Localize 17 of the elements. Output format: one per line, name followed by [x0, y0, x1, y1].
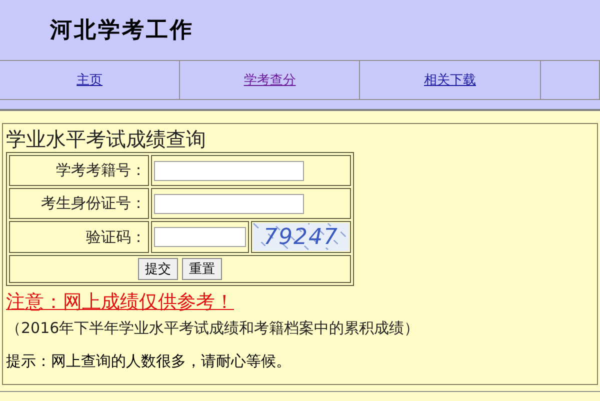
- nav-link[interactable]: 相关下载: [424, 71, 476, 89]
- notice-text: 注意：网上成绩仅供参考！: [6, 290, 234, 315]
- captcha-input[interactable]: [154, 227, 246, 247]
- form-button[interactable]: 重置: [182, 258, 222, 280]
- nav-link[interactable]: 学考查分: [244, 71, 296, 89]
- input-field[interactable]: [154, 160, 304, 180]
- input-field[interactable]: [154, 194, 304, 214]
- field-label: 学考考籍号：: [56, 161, 146, 179]
- field-label: 考生身份证号：: [41, 194, 146, 212]
- captcha-code: 79247: [253, 223, 349, 251]
- site-title: 河北学考工作: [50, 17, 194, 45]
- form-title: 学业水平考试成绩查询: [6, 127, 207, 151]
- nav-link[interactable]: 主页: [76, 71, 103, 89]
- hint-text: 提示：网上查询的人数很多，请耐心等候。: [6, 352, 292, 371]
- note-text: （2016年下半年学业水平考试成绩和考籍档案中的累积成绩）: [6, 319, 420, 338]
- field-label: 验证码：: [86, 228, 146, 246]
- form-button[interactable]: 提交: [138, 258, 178, 280]
